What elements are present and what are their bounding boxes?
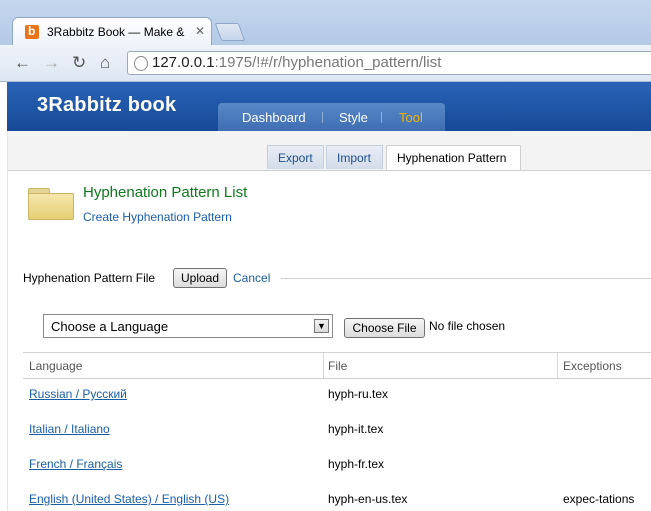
forward-icon[interactable]: → [43, 53, 60, 73]
column-header-exceptions: Exceptions [563, 359, 622, 373]
upload-button[interactable]: Upload [173, 268, 227, 288]
nav-tool[interactable]: Tool [399, 110, 423, 125]
language-link[interactable]: French / Français [29, 457, 122, 471]
nav-separator [322, 112, 323, 123]
page-icon [134, 56, 148, 71]
cancel-link[interactable]: Cancel [233, 271, 270, 285]
language-link[interactable]: Russian / Русский [29, 387, 127, 401]
favicon-icon: b [25, 24, 39, 39]
exceptions-cell: expec-tations [563, 492, 635, 506]
back-icon[interactable]: ← [14, 53, 31, 73]
app-header: 3Rabbitz book Dashboard Style Tool [7, 82, 651, 131]
file-cell: hyph-en-us.tex [328, 492, 408, 506]
language-link[interactable]: Italian / Italiano [29, 422, 110, 436]
file-cell: hyph-it.tex [328, 422, 384, 436]
file-label: Hyphenation Pattern File [23, 271, 156, 285]
column-separator [557, 352, 558, 378]
chevron-down-icon: ▼ [314, 319, 329, 333]
no-file-label: No file chosen [429, 319, 506, 333]
table-header-border [23, 378, 651, 379]
tab-hyphenation-pattern[interactable]: Hyphenation Pattern [386, 145, 521, 170]
column-header-file: File [328, 359, 348, 373]
nav-style[interactable]: Style [339, 110, 368, 125]
language-select[interactable]: Choose a Language ▼ [43, 314, 333, 338]
divider [281, 278, 651, 279]
browser-tab[interactable]: b 3Rabbitz Book — Make & ✕ [12, 17, 212, 45]
language-select-value: Choose a Language [51, 319, 169, 334]
app-logo[interactable]: 3Rabbitz book [37, 94, 176, 117]
nav-separator [381, 112, 382, 123]
tab-export[interactable]: Export [267, 145, 324, 169]
folder-icon [28, 188, 75, 220]
file-cell: hyph-fr.tex [328, 457, 385, 471]
choose-file-button[interactable]: Choose File [344, 318, 425, 338]
page-title: Hyphenation Pattern List [83, 184, 248, 201]
nav-dashboard[interactable]: Dashboard [242, 110, 306, 125]
url-text: 127.0.0.1:1975/!#/r/hyphenation_pattern/… [152, 54, 442, 71]
home-icon[interactable]: ⌂ [100, 53, 110, 73]
address-bar[interactable]: 127.0.0.1:1975/!#/r/hyphenation_pattern/… [127, 51, 651, 75]
column-header-language: Language [29, 359, 83, 373]
main-nav: Dashboard Style Tool [218, 103, 445, 131]
tab-import[interactable]: Import [326, 145, 383, 169]
tab-title: 3Rabbitz Book — Make & [47, 25, 185, 39]
reload-icon[interactable]: ↻ [72, 53, 86, 73]
content-border [7, 131, 8, 511]
file-cell: hyph-ru.tex [328, 387, 389, 401]
column-separator [323, 352, 324, 378]
create-hyphenation-pattern-link[interactable]: Create Hyphenation Pattern [83, 210, 232, 224]
language-link[interactable]: English (United States) / English (US) [29, 492, 229, 506]
close-tab-icon[interactable]: ✕ [195, 24, 205, 38]
